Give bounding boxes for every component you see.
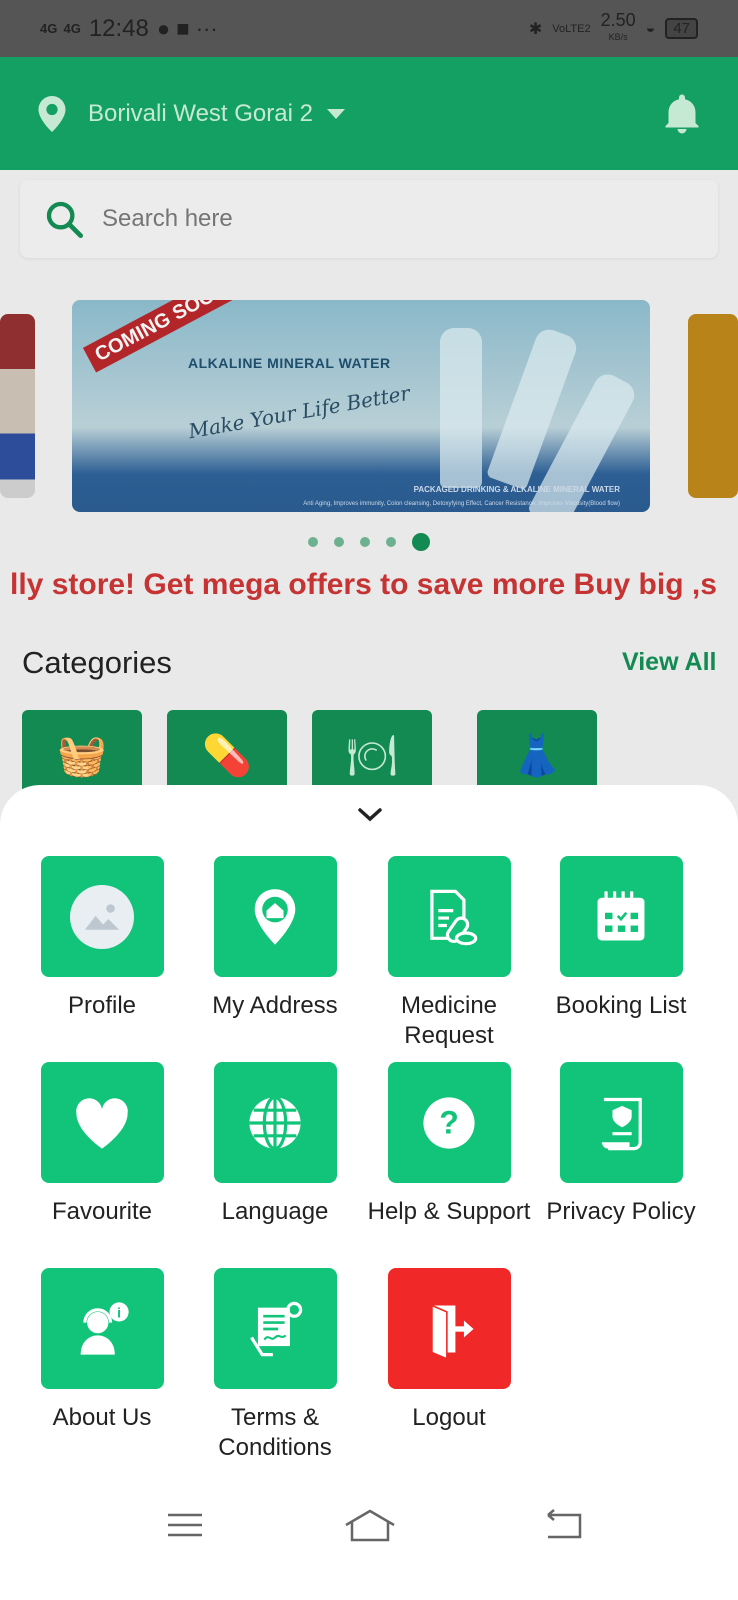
menu-tile[interactable]: ? [387,1062,511,1183]
bag-icon: ■ [176,15,190,41]
promo-banner[interactable]: COMING SOON ALKALINE MINERAL WATER Make … [72,300,650,512]
heart-icon [76,1097,128,1149]
banner-next[interactable] [688,314,738,498]
menu-item-label: About Us [52,1404,152,1431]
bottle-image [440,328,482,488]
menu-item-support-agent[interactable]: i About Us [12,1268,192,1468]
menu-item-logout-door[interactable]: Logout [359,1268,539,1468]
carousel-dot[interactable] [308,537,318,547]
bluetooth-icon: ✱ [528,20,543,38]
menu-tile[interactable] [213,856,337,977]
caret-down-icon[interactable] [326,108,345,119]
menu-item-shield-document[interactable]: Privacy Policy [531,1062,711,1262]
search-input[interactable] [102,205,662,233]
svg-text:i: i [117,1304,121,1320]
volte-label: VoLTE2 [552,22,591,35]
more-notifications: ··· [195,15,218,41]
home-pin-icon [254,888,296,945]
menu-item-profile-image[interactable]: Profile [12,856,192,1056]
menu-tile[interactable]: i [40,1268,164,1389]
wifi-icon: ◒ [645,19,656,37]
question-icon: ? [423,1096,475,1149]
banner-slogan: Make Your Life Better [186,380,412,444]
net-speed: 2.50 KB/s [600,10,636,44]
menu-tile[interactable] [387,1268,511,1389]
battery-icon: 47 [665,18,698,39]
speed-value: 2.50 [600,10,636,30]
banner-features: Anti Aging, Improves immunity, Colon cle… [303,501,620,507]
profile-image-icon [70,884,134,949]
menu-item-label: Language [221,1198,329,1225]
menu-item-heart[interactable]: Favourite [12,1062,192,1262]
system-nav-bar [168,1509,582,1542]
menu-item-globe[interactable]: Language [185,1062,365,1262]
menu-item-home-pin[interactable]: My Address [185,856,365,1056]
location-pin-icon [38,95,66,132]
carousel-dot[interactable] [334,537,344,547]
menu-tile[interactable] [559,1062,683,1183]
globe-icon [249,1095,301,1150]
back-nav-icon[interactable] [547,1509,582,1539]
signal-icon: 4G [63,21,81,36]
contract-icon [250,1301,303,1356]
bell-icon[interactable] [664,94,700,134]
calendar-icon [597,890,645,940]
menu-tile[interactable] [559,856,683,977]
location-selector[interactable]: Borivali West Gorai 2 [88,100,313,128]
offer-marquee: lly store! Get mega offers to save more … [10,568,717,601]
status-bar: 4G 4G 12:48 ● ■ ··· ✱ VoLTE2 2.50 KB/s ◒ … [0,0,738,57]
banner-title: ALKALINE MINERAL WATER [188,355,391,371]
menu-item-label: Profile [67,992,137,1019]
home-nav-icon[interactable] [345,1509,395,1542]
carousel-dot[interactable] [360,537,370,547]
menu-tile[interactable] [213,1062,337,1183]
menu-item-label: My Address [212,992,338,1019]
carousel-dots [0,533,738,551]
banner-caption: PACKAGED DRINKING & ALKALINE MINERAL WAT… [413,485,620,494]
speed-unit: KB/s [608,32,628,42]
shield-document-icon [601,1097,642,1150]
menu-item-question[interactable]: ? Help & Support [359,1062,539,1262]
signal-icon: 4G [40,21,58,36]
menu-item-label: Logout [412,1404,486,1431]
clock: 12:48 [88,14,149,42]
menu-tile[interactable] [40,856,164,977]
categories-heading: Categories [22,645,172,680]
search-icon [46,201,83,239]
message-icon: ● [156,15,171,41]
prescription-icon [430,889,478,945]
menu-item-label: Booking List [555,992,687,1019]
menu-tile[interactable] [387,856,511,977]
menu-item-prescription[interactable]: Medicine Request [359,856,539,1056]
menu-item-label: Favourite [51,1198,153,1225]
logout-door-icon [431,1303,474,1360]
carousel-dot[interactable] [386,537,396,547]
banner-prev[interactable] [0,314,35,498]
view-all-link[interactable]: View All [622,648,716,677]
search-bar[interactable] [20,180,718,258]
menu-tile[interactable] [213,1268,337,1389]
carousel-dot-active[interactable] [412,533,430,551]
svg-text:?: ? [439,1104,459,1140]
chevron-down-icon[interactable] [355,800,385,830]
app-header: Borivali West Gorai 2 [0,57,738,170]
menu-tile[interactable] [40,1062,164,1183]
menu-item-label: Help & Support [367,1198,531,1225]
menu-item-label: Medicine Request [400,992,498,1049]
menu-item-calendar[interactable]: Booking List [531,856,711,1056]
menu-item-label: Privacy Policy [546,1198,696,1225]
menu-nav-icon[interactable] [168,1513,202,1537]
support-agent-icon: i [80,1301,129,1355]
menu-item-contract[interactable]: Terms & Conditions [185,1268,365,1468]
menu-item-label: Terms & Conditions [218,1404,332,1461]
